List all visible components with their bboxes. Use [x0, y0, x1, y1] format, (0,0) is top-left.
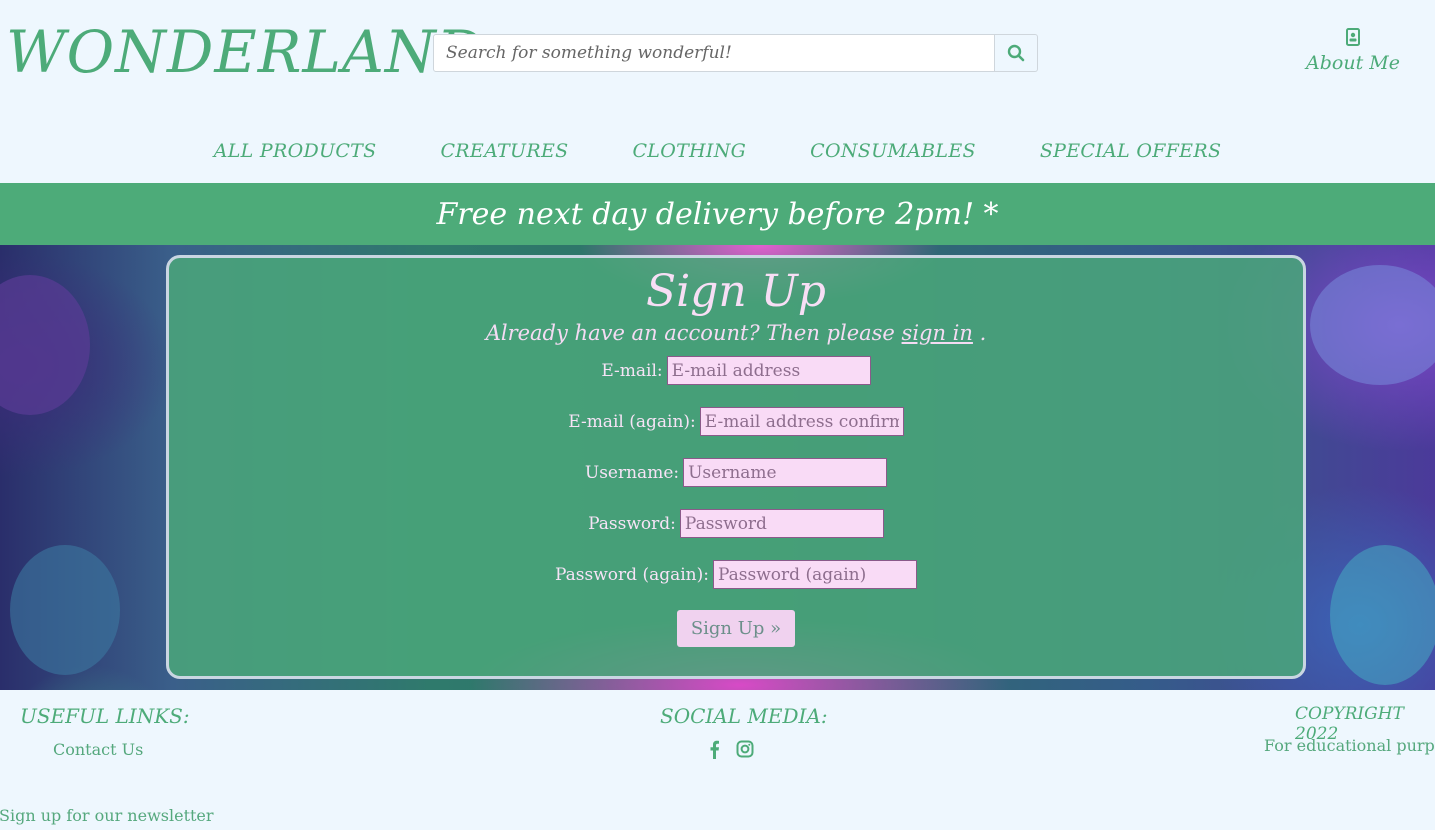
main-nav: ALL PRODUCTS CREATURES CLOTHING CONSUMAB…: [0, 140, 1435, 162]
password-confirm-row: Password (again):: [169, 549, 1303, 600]
email-field[interactable]: [666, 356, 871, 385]
password-row: Password:: [169, 498, 1303, 549]
email-confirm-label: E-mail (again):: [568, 411, 696, 432]
signin-link[interactable]: sign in: [902, 321, 973, 345]
search-button[interactable]: [995, 34, 1038, 72]
instagram-icon[interactable]: [736, 740, 754, 758]
hero-decor: [1330, 545, 1435, 685]
contact-card-icon: [1346, 28, 1360, 46]
newsletter-link[interactable]: Sign up for our newsletter: [0, 806, 214, 825]
delivery-banner: Free next day delivery before 2pm! *: [0, 183, 1435, 245]
signup-title: Sign Up: [646, 266, 826, 317]
password-label: Password:: [588, 513, 676, 534]
useful-links-heading: USEFUL LINKS:: [20, 704, 190, 728]
social-icons: [708, 740, 754, 759]
signup-card: Sign Up Already have an account? Then pl…: [166, 255, 1306, 679]
hero-decor: [0, 275, 90, 415]
about-me-label: About Me: [1306, 52, 1400, 74]
signup-button[interactable]: Sign Up »: [676, 610, 796, 647]
hero-decor: [1310, 265, 1435, 385]
email-label: E-mail:: [601, 360, 663, 381]
signup-subtitle: Already have an account? Then please sig…: [169, 321, 1303, 345]
search-input[interactable]: [433, 34, 995, 72]
username-row: Username:: [169, 447, 1303, 498]
email-confirm-field[interactable]: [699, 407, 904, 436]
social-media-heading: SOCIAL MEDIA:: [660, 704, 828, 728]
nav-special-offers[interactable]: SPECIAL OFFERS: [1040, 140, 1221, 162]
contact-us-link[interactable]: Contact Us: [53, 740, 143, 759]
facebook-icon[interactable]: [708, 740, 720, 759]
password-confirm-label: Password (again):: [555, 564, 709, 585]
email-confirm-row: E-mail (again):: [169, 396, 1303, 447]
password-field[interactable]: [679, 509, 884, 538]
nav-clothing[interactable]: CLOTHING: [632, 140, 746, 162]
about-me-link[interactable]: About Me: [1300, 28, 1406, 74]
delivery-banner-text: Free next day delivery before 2pm! *: [436, 196, 999, 232]
signup-subtitle-text: Already have an account? Then please: [485, 321, 895, 345]
nav-all-products[interactable]: ALL PRODUCTS: [214, 140, 377, 162]
search-bar: [433, 34, 1038, 72]
nav-consumables[interactable]: CONSUMABLES: [810, 140, 976, 162]
site-logo[interactable]: WONDERLAND: [6, 18, 484, 86]
search-icon: [1007, 44, 1025, 62]
password-confirm-field[interactable]: [713, 560, 917, 589]
username-field[interactable]: [683, 458, 888, 487]
copyright-text: For educational purposes: [1264, 736, 1435, 755]
hero-decor: [10, 545, 120, 675]
nav-creatures[interactable]: CREATURES: [440, 140, 568, 162]
username-label: Username:: [584, 462, 680, 483]
signup-subtitle-end: .: [979, 321, 987, 345]
email-row: E-mail:: [169, 345, 1303, 396]
hero-background: Sign Up Already have an account? Then pl…: [0, 245, 1435, 690]
